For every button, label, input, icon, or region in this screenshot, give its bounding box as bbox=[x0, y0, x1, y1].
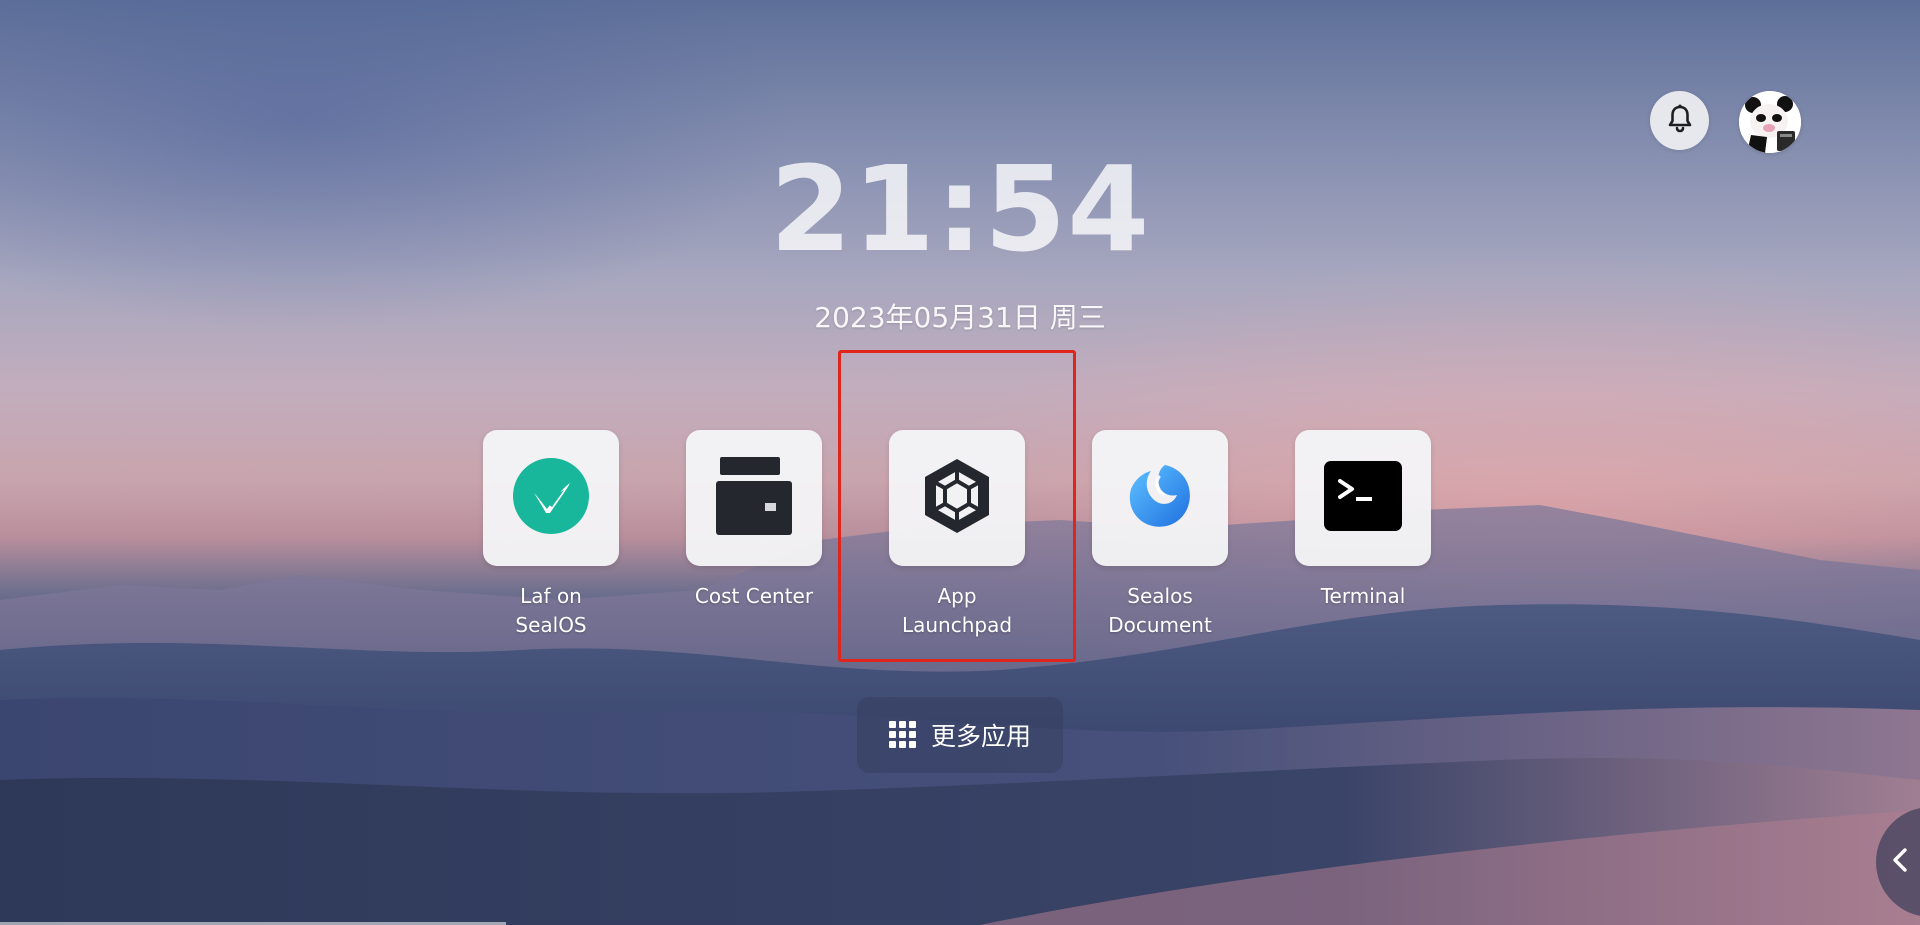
terminal-icon bbox=[1324, 461, 1402, 535]
app-dock: Laf on SealOS Cost Center App Launchpad … bbox=[483, 430, 1431, 640]
app-label: Sealos Document bbox=[1108, 584, 1212, 637]
wallet-icon bbox=[716, 457, 792, 539]
chevron-left-icon bbox=[1890, 847, 1910, 877]
app-label: App Launchpad bbox=[901, 584, 1013, 637]
app-laf-on-sealos[interactable]: Laf on SealOS bbox=[483, 430, 619, 640]
clock-time: 21:54 bbox=[769, 140, 1151, 278]
desktop: 21:54 2023年05月31日 周三 Laf on SealOS Cost … bbox=[0, 0, 1920, 925]
hexagon-launchpad-icon bbox=[920, 457, 994, 539]
app-label: Terminal bbox=[1320, 584, 1406, 608]
more-apps-button[interactable]: 更多应用 bbox=[857, 697, 1063, 773]
app-sealos-document[interactable]: Sealos Document bbox=[1092, 430, 1228, 640]
clock-date: 2023年05月31日 周三 bbox=[814, 301, 1106, 334]
app-label: Cost Center bbox=[694, 584, 814, 608]
app-label: Laf on SealOS bbox=[515, 584, 587, 637]
app-tile[interactable] bbox=[1295, 430, 1431, 566]
app-app-launchpad[interactable]: App Launchpad bbox=[889, 430, 1025, 640]
grid-icon bbox=[888, 721, 917, 749]
user-avatar[interactable] bbox=[1739, 91, 1801, 153]
laf-icon bbox=[512, 457, 590, 539]
app-terminal[interactable]: Terminal bbox=[1295, 430, 1431, 640]
bell-icon bbox=[1666, 104, 1694, 138]
sealos-document-icon bbox=[1125, 461, 1195, 535]
app-tile[interactable] bbox=[889, 430, 1025, 566]
app-tile[interactable] bbox=[483, 430, 619, 566]
notification-button[interactable] bbox=[1650, 91, 1709, 150]
more-apps-label: 更多应用 bbox=[930, 722, 1031, 751]
app-tile[interactable] bbox=[686, 430, 822, 566]
app-cost-center[interactable]: Cost Center bbox=[686, 430, 822, 640]
app-tile[interactable] bbox=[1092, 430, 1228, 566]
